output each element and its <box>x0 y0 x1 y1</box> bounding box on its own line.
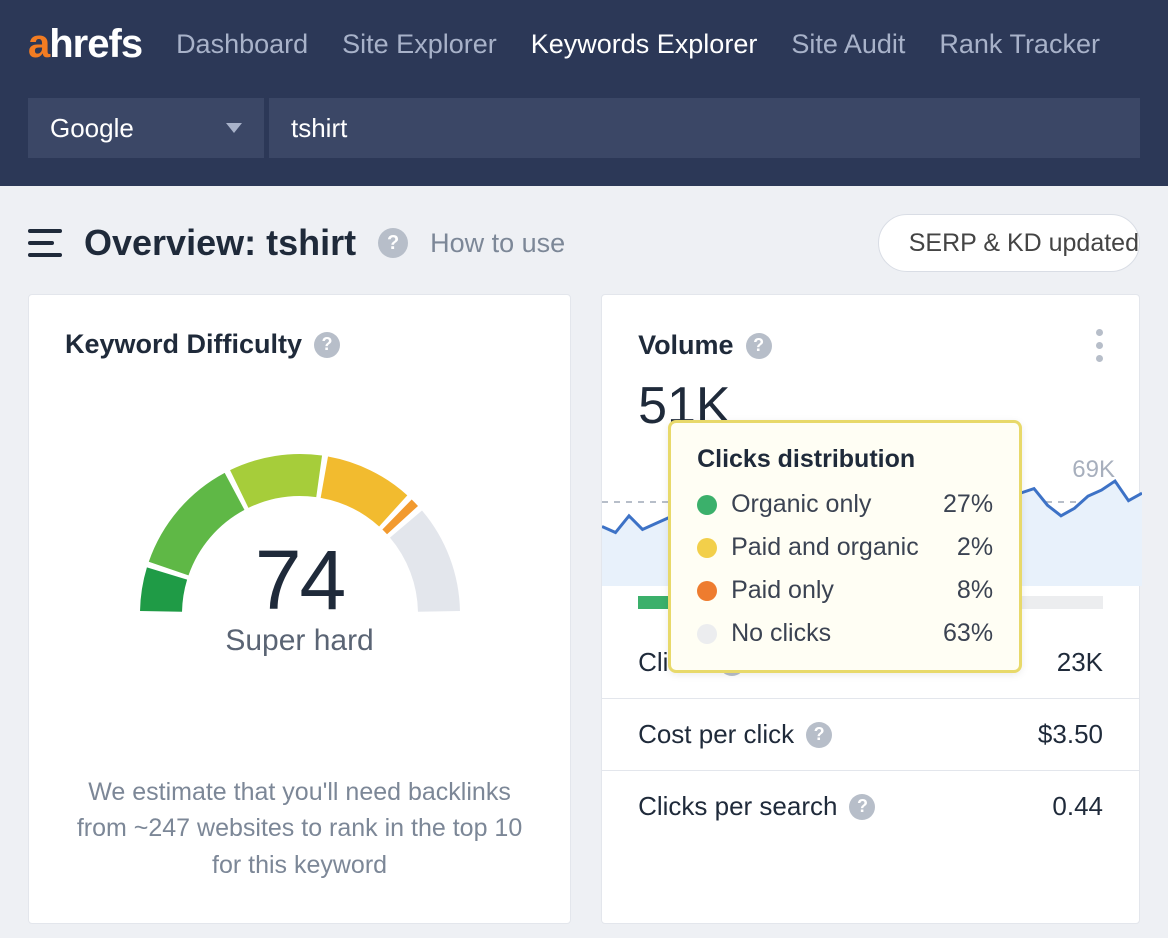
volume-card-header: Volume ? <box>602 329 1139 362</box>
help-icon[interactable]: ? <box>806 722 832 748</box>
kd-gauge: 74 Super hard <box>125 414 475 654</box>
how-to-use-link[interactable]: How to use <box>430 228 565 259</box>
metric-cpc-label: Cost per click <box>638 719 794 750</box>
serp-updated-pill[interactable]: SERP & KD updated <box>878 214 1140 272</box>
tooltip-row: Paid only 8% <box>697 576 993 605</box>
more-options-icon[interactable] <box>1096 329 1103 362</box>
help-icon[interactable]: ? <box>849 794 875 820</box>
tooltip-row-value: 8% <box>957 576 993 605</box>
metric-cpc: Cost per click ? $3.50 <box>602 698 1139 770</box>
page-title: Overview: tshirt <box>84 222 356 264</box>
swatch-icon <box>697 495 717 515</box>
swatch-icon <box>697 581 717 601</box>
help-icon[interactable]: ? <box>378 228 408 258</box>
nav-rank-tracker[interactable]: Rank Tracker <box>939 29 1100 60</box>
content-bar: Overview: tshirt ? How to use SERP & KD … <box>0 186 1168 294</box>
tooltip-row: Organic only 27% <box>697 490 993 519</box>
swatch-icon <box>697 538 717 558</box>
search-engine-value: Google <box>50 113 134 144</box>
metric-cps: Clicks per search ? 0.44 <box>602 770 1139 842</box>
tooltip-row: Paid and organic 2% <box>697 533 993 562</box>
volume-sparkline-wrap: 69K Clicks distribution Organic only27%P… <box>602 436 1139 586</box>
help-icon[interactable]: ? <box>746 333 772 359</box>
clicks-distribution-tooltip: Clicks distribution Organic only27%Paid … <box>668 420 1022 673</box>
tooltip-row-label: Organic only <box>731 490 929 519</box>
top-nav: ahrefs Dashboard Site Explorer Keywords … <box>0 0 1168 88</box>
tooltip-row-label: Paid only <box>731 576 943 605</box>
kd-label: Super hard <box>125 624 475 658</box>
menu-icon[interactable] <box>28 229 62 257</box>
volume-card-title: Volume <box>638 330 734 361</box>
nav-keywords-explorer[interactable]: Keywords Explorer <box>531 29 758 60</box>
tooltip-row-value: 63% <box>943 619 993 648</box>
tooltip-row: No clicks 63% <box>697 619 993 648</box>
nav-site-audit[interactable]: Site Audit <box>791 29 905 60</box>
kd-card-title: Keyword Difficulty <box>65 329 302 360</box>
kd-note: We estimate that you'll need backlinks f… <box>65 774 534 883</box>
kd-card-header: Keyword Difficulty ? <box>65 329 534 360</box>
brand-logo: ahrefs <box>28 22 142 67</box>
brand-logo-rest: hrefs <box>49 22 142 66</box>
chevron-down-icon <box>226 123 242 133</box>
tooltip-row-value: 2% <box>957 533 993 562</box>
cards-row: Keyword Difficulty ? 74 Super hard We es… <box>0 294 1168 924</box>
tooltip-row-label: Paid and organic <box>731 533 943 562</box>
kd-score: 74 <box>125 532 475 629</box>
nav-dashboard[interactable]: Dashboard <box>176 29 308 60</box>
search-row: Google <box>0 88 1168 186</box>
tooltip-row-value: 27% <box>943 490 993 519</box>
metric-cps-value: 0.44 <box>1052 791 1103 822</box>
keyword-input[interactable] <box>269 98 1140 158</box>
nav-site-explorer[interactable]: Site Explorer <box>342 29 497 60</box>
kd-card: Keyword Difficulty ? 74 Super hard We es… <box>28 294 571 924</box>
tooltip-title: Clicks distribution <box>697 445 993 474</box>
help-icon[interactable]: ? <box>314 332 340 358</box>
metric-cps-label: Clicks per search <box>638 791 837 822</box>
swatch-icon <box>697 624 717 644</box>
metric-clicks-value: 23K <box>1057 647 1103 678</box>
tooltip-row-label: No clicks <box>731 619 929 648</box>
serp-updated-text: SERP & KD updated <box>909 229 1139 258</box>
metric-cpc-value: $3.50 <box>1038 719 1103 750</box>
volume-card: Volume ? 51K 69K Clicks distribution Org… <box>601 294 1140 924</box>
search-engine-select[interactable]: Google <box>28 98 264 158</box>
brand-logo-a: a <box>28 22 49 66</box>
